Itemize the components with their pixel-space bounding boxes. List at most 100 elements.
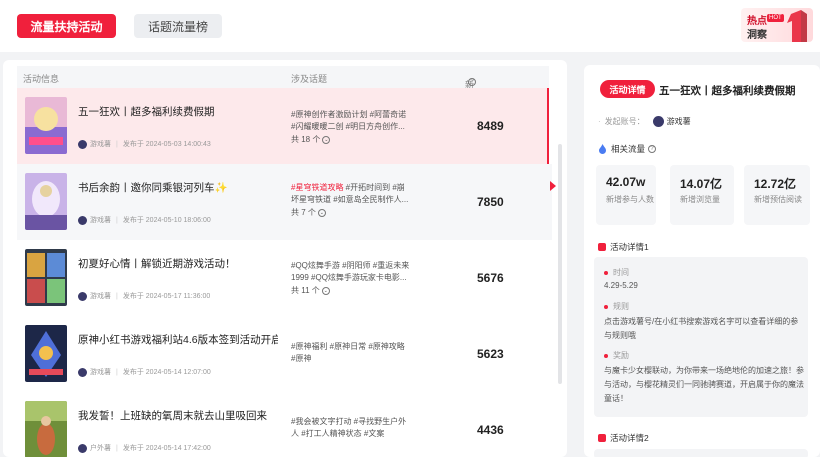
account-name: 游戏薯 [90,293,111,300]
topics-line1: #开拓时间到 #崩 [343,183,405,192]
initiator-name[interactable]: 游戏薯 [667,116,691,127]
section-1-title: 活动详情1 [610,242,649,252]
stat-value: 42.07w [606,175,646,189]
hot-number-icon [787,10,807,42]
table-row[interactable]: 初夏好心情丨解锁近期游戏活动！ 游戏薯 | 发布于 2024-05-17 11:… [17,240,549,316]
activity-meta: 户外薯 | 发布于 2024-05-14 17:42:00 [78,443,211,453]
flame-icon [599,144,606,154]
stat-label: 新增参与人数 [606,195,654,204]
chevron-down-icon[interactable]: ⌄ [322,135,331,144]
time-label: 时间 [604,267,629,278]
avatar [652,116,664,127]
activity-title[interactable]: 五一狂欢丨超多福利续费假期 [78,104,278,119]
hot-badge-line2: 洞察 [747,30,767,41]
hot-insight-button[interactable]: 热点 HOT 洞察 [741,8,813,42]
topics-line2: #闪耀暖暖二创 #明日方舟创作... [291,122,405,131]
topic-highlight[interactable]: #星穹铁道攻略 [291,183,343,192]
detail-title: 五一狂欢丨超多福利续费假期 [659,85,796,97]
tab-topic-ranking[interactable]: 话题流量榜 [134,14,222,38]
new-posts-value: 5623 [477,347,504,361]
topics-text: #我会被文字打动 #寻找野生户外 人 #打工人精神状态 #文案 [291,416,416,440]
topic-count-label: 共 11 个 [291,286,320,295]
topics-line1: #原神创作者激励计划 #阿蕾奇诺 [291,110,407,119]
topics-line2: #原神 [291,354,312,363]
hot-badge-line1: 热点 [747,16,767,27]
avatar [78,215,87,225]
avatar [78,139,87,149]
published-date: 2024-05-10 18:06:00 [145,216,211,224]
published-date: 2024-05-14 12:07:00 [145,368,211,376]
published-date: 2024-05-03 14:00:43 [145,140,211,148]
topics-text: #原神福利 #原神日常 #原神攻略 #原神 [291,341,416,365]
activity-meta: 游戏薯 | 发布于 2024-05-10 18:06:00 [78,215,211,225]
topics-line1: #原神福利 #原神日常 #原神攻略 [291,342,405,351]
account-name: 游戏薯 [90,141,111,148]
selected-row-indicator [550,181,556,191]
section-2-title: 活动详情2 [610,433,649,443]
account-name: 户外薯 [90,445,111,452]
chevron-down-icon[interactable]: ⌄ [317,208,326,217]
published-date: 2024-05-14 17:42:00 [145,444,211,452]
table-row[interactable]: 五一狂欢丨超多福利续费假期 游戏薯 | 发布于 2024-05-03 14:00… [17,88,549,164]
activity-title[interactable]: 我发誓！上班缺的氧周末就去山里吸回来 [78,408,278,423]
help-icon[interactable]: ? [468,78,476,86]
new-posts-value: 7850 [477,195,504,209]
published-label: 发布于 [122,141,144,148]
header-activity: 活动信息 [23,74,60,84]
topic-count[interactable]: 共 7 个 ⌄ [291,207,326,218]
detail-tab[interactable]: 活动详情 [600,80,655,98]
document-icon [598,243,606,251]
published-label: 发布于 [122,445,144,452]
activity-thumbnail [25,173,67,230]
tab-traffic-support[interactable]: 流量扶持活动 [17,14,116,38]
activity-title[interactable]: 书后余韵丨邀你同乘银河列车✨ [78,180,278,195]
topic-count-label: 共 18 个 [291,135,321,144]
reward-label: 奖励 [604,350,629,361]
topics-line2: 坏星穹铁道 #如意岛全民制作人... [291,195,409,204]
stat-value: 14.07亿 [680,177,723,191]
activity-thumbnail [25,325,67,382]
avatar [78,291,87,301]
activity-meta: 游戏薯 | 发布于 2024-05-14 12:07:00 [78,367,211,377]
document-icon [598,434,606,442]
activity-meta: 游戏薯 | 发布于 2024-05-17 11:36:00 [78,291,210,301]
detail-box-2 [594,449,808,457]
activity-title[interactable]: 初夏好心情丨解锁近期游戏活动！ [78,256,278,271]
topics-text: #星穹铁道攻略 #开拓时间到 #崩 坏星穹铁道 #如意岛全民制作人... [291,182,416,206]
topics-line2: 人 #打工人精神状态 #文案 [291,429,385,438]
new-posts-value: 5676 [477,271,504,285]
detail-section-2-header: 活动详情2 [598,432,649,444]
topic-count[interactable]: 共 11 个 ⌄ [291,285,330,296]
rule-label: 规则 [604,301,629,312]
activity-detail-panel: 活动详情 五一狂欢丨超多福利续费假期 · 发起账号： 游戏薯 相关流量 ? 42… [584,65,820,457]
initiator-label: 发起账号： [604,117,645,126]
published-label: 发布于 [122,293,144,300]
header-topics: 涉及话题 [291,74,328,84]
activity-title[interactable]: 原神小红书游戏福利站4.6版本签到活动开启 [78,332,278,347]
scrollbar[interactable] [558,144,562,384]
topics-line1: #我会被文字打动 #寻找野生户外 [291,417,407,426]
new-posts-value: 4436 [477,423,504,437]
topics-line2: 1999 #QQ炫舞手游玩家卡电影... [291,273,407,282]
stat-participants: 42.07w 新增参与人数 [596,165,656,225]
activity-thumbnail [25,97,67,154]
activity-meta: 游戏薯 | 发布于 2024-05-03 14:00:43 [78,139,211,149]
topic-count[interactable]: 共 18 个 ⌄ [291,134,331,145]
published-label: 发布于 [122,217,144,224]
help-icon[interactable]: ? [648,145,657,153]
table-row[interactable]: 原神小红书游戏福利站4.6版本签到活动开启 游戏薯 | 发布于 2024-05-… [17,316,549,392]
new-posts-value: 8489 [477,119,504,133]
avatar [78,367,87,377]
stat-views: 14.07亿 新增浏览量 [670,165,734,225]
account-name: 游戏薯 [90,369,111,376]
topics-line1: #QQ炫舞手游 #阴阳师 #重返未来 [291,261,410,270]
table-row[interactable]: 我发誓！上班缺的氧周末就去山里吸回来 户外薯 | 发布于 2024-05-14 … [17,392,549,457]
topics-text: #QQ炫舞手游 #阴阳师 #重返未来 1999 #QQ炫舞手游玩家卡电影... [291,260,416,284]
table-row[interactable]: 书后余韵丨邀你同乘银河列车✨ 游戏薯 | 发布于 2024-05-10 18:0… [17,164,552,240]
chevron-down-icon[interactable]: ⌄ [321,286,330,295]
activity-table-panel: 活动信息 涉及话题 新增爆文 ? 五一狂欢丨超多福利续费假期 游戏薯 | 发布于… [3,60,567,457]
table-header: 活动信息 涉及话题 新增爆文 ? [17,66,549,129]
account-name: 游戏薯 [90,217,111,224]
topic-count-label: 共 7 个 [291,208,316,217]
top-bar: 流量扶持活动 话题流量榜 热点 HOT 洞察 [0,0,820,52]
